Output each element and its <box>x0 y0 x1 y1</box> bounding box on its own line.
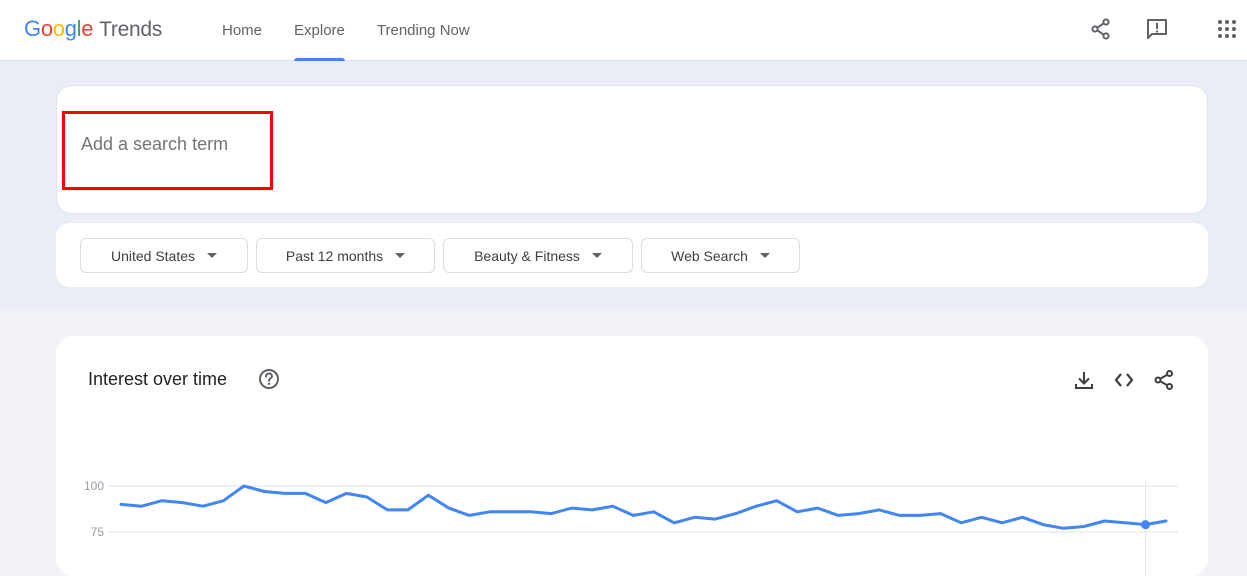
series-line <box>119 484 1168 530</box>
logo-letter: o <box>52 16 65 41</box>
nav-home[interactable]: Home <box>222 0 262 61</box>
time-range-dropdown-label: Past 12 months <box>285 247 384 264</box>
region-dropdown[interactable]: United States <box>80 238 248 273</box>
caret-down-icon <box>759 253 770 258</box>
search-card <box>56 85 1208 214</box>
share-icon[interactable] <box>1089 17 1113 41</box>
logo-product-name: Trends <box>99 18 162 41</box>
logo-letter: G <box>24 16 41 41</box>
feedback-icon[interactable] <box>1145 17 1169 41</box>
filter-bar: United States Past 12 months Beauty & Fi… <box>56 223 1208 287</box>
y-tick-label: 75 <box>91 525 105 539</box>
search-type-dropdown[interactable]: Web Search <box>641 238 800 273</box>
logo-letter: o <box>40 16 53 41</box>
google-trends-logo[interactable]: Google Trends <box>24 16 162 42</box>
nav-explore[interactable]: Explore <box>294 0 345 61</box>
apps-grid-icon[interactable] <box>1215 17 1239 41</box>
nav-trending-now[interactable]: Trending Now <box>377 0 470 61</box>
caret-down-icon <box>395 253 406 258</box>
time-range-dropdown[interactable]: Past 12 months <box>256 238 435 273</box>
search-term-input[interactable] <box>81 134 381 155</box>
logo-letter: g <box>64 16 77 41</box>
main-nav: Home Explore Trending Now <box>222 0 502 61</box>
caret-down-icon <box>591 253 602 258</box>
top-bar: Google Trends Home Explore Trending Now <box>0 0 1247 61</box>
logo-letter: e <box>81 16 94 41</box>
category-dropdown-label: Beauty & Fitness <box>474 247 580 264</box>
region-dropdown-label: United States <box>110 247 196 264</box>
y-tick-label: 100 <box>84 479 104 493</box>
data-point <box>1141 520 1151 530</box>
caret-down-icon <box>207 253 218 258</box>
search-type-dropdown-label: Web Search <box>671 247 748 264</box>
interest-over-time-card: Interest over time 75 100 <box>56 336 1208 576</box>
category-dropdown[interactable]: Beauty & Fitness <box>443 238 633 273</box>
interest-line-chart[interactable]: 75 100 <box>56 336 1208 576</box>
